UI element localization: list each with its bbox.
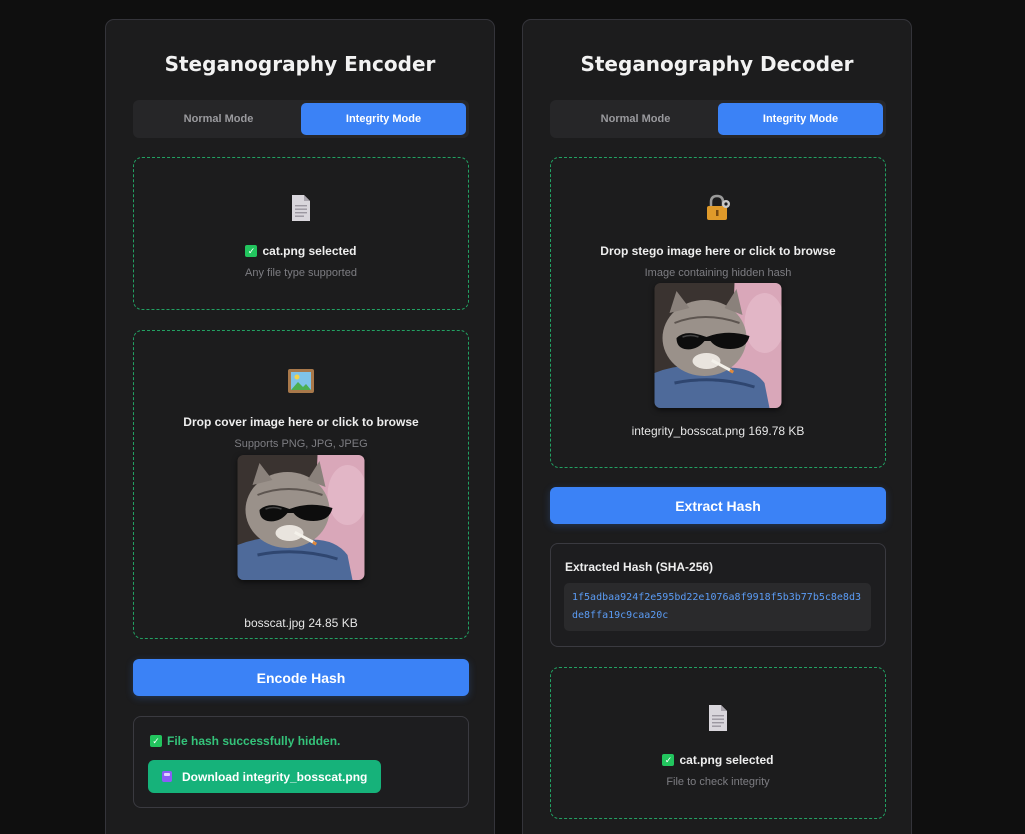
cover-image-title: Drop cover image here or click to browse <box>183 415 419 429</box>
extracted-hash-value[interactable]: 1f5adbaa924f2e595bd22e1076a8f9918f5b3b77… <box>564 583 871 631</box>
stego-image-dropzone[interactable]: Drop stego image here or click to browse… <box>550 157 886 468</box>
encode-hash-button[interactable]: Encode Hash <box>133 659 469 696</box>
check-icon: ✓ <box>150 735 162 747</box>
decoder-panel: Steganography Decoder Normal Mode Integr… <box>522 19 912 834</box>
check-icon: ✓ <box>662 754 675 766</box>
cover-image-hint: Supports PNG, JPG, JPEG <box>234 438 368 450</box>
extracted-hash-label: Extracted Hash (SHA-256) <box>565 560 714 574</box>
decoder-normal-mode-button[interactable]: Normal Mode <box>553 103 718 135</box>
cover-image-dropzone[interactable]: Drop cover image here or click to browse… <box>133 330 469 639</box>
decoder-title: Steganography Decoder <box>580 52 854 76</box>
cover-image-file-info: bosscat.jpg 24.85 KB <box>134 616 468 630</box>
download-stego-button[interactable]: Download integrity_bosscat.png <box>148 760 382 793</box>
encode-result-box: ✓ File hash successfully hidden. Downloa… <box>133 716 469 808</box>
document-icon <box>292 195 310 221</box>
secret-file-status-text: cat.png selected <box>262 244 357 258</box>
check-file-status: ✓ cat.png selected <box>551 753 885 767</box>
extracted-hash-box: Extracted Hash (SHA-256) 1f5adbaa924f2e5… <box>550 543 886 647</box>
encoder-mode-toggle: Normal Mode Integrity Mode <box>133 100 469 138</box>
decoder-integrity-mode-button[interactable]: Integrity Mode <box>718 103 883 135</box>
check-icon: ✓ <box>245 245 258 257</box>
save-icon <box>162 771 172 782</box>
cover-image-preview <box>237 455 365 580</box>
check-file-status-text: cat.png selected <box>679 753 774 767</box>
stego-image-preview <box>654 283 782 408</box>
stego-image-file-name: integrity_bosscat.png <box>631 424 745 438</box>
cover-image-file-size: 24.85 KB <box>308 616 358 630</box>
encoder-integrity-mode-button[interactable]: Integrity Mode <box>301 103 466 135</box>
secret-file-dropzone[interactable]: ✓ cat.png selected Any file type support… <box>133 157 469 310</box>
lock-key-icon <box>707 194 730 220</box>
secret-file-status: ✓ cat.png selected <box>134 244 468 258</box>
encode-success-text: File hash successfully hidden. <box>167 734 341 748</box>
stego-image-file-info: integrity_bosscat.png 169.78 KB <box>551 424 885 438</box>
picture-icon <box>288 369 314 393</box>
stego-image-title: Drop stego image here or click to browse <box>600 244 836 258</box>
extract-hash-button[interactable]: Extract Hash <box>550 487 886 524</box>
stego-image-hint: Image containing hidden hash <box>644 267 792 279</box>
decoder-mode-toggle: Normal Mode Integrity Mode <box>550 100 886 138</box>
document-icon <box>709 705 727 731</box>
cover-image-file-name: bosscat.jpg <box>244 616 305 630</box>
check-file-hint: File to check integrity <box>666 776 770 788</box>
encoder-title: Steganography Encoder <box>164 52 436 76</box>
encoder-panel: Steganography Encoder Normal Mode Integr… <box>105 19 495 834</box>
stego-image-file-size: 169.78 KB <box>748 424 805 438</box>
secret-file-hint: Any file type supported <box>245 267 357 279</box>
check-file-dropzone[interactable]: ✓ cat.png selected File to check integri… <box>550 667 886 819</box>
download-stego-label: Download integrity_bosscat.png <box>182 769 368 784</box>
encoder-normal-mode-button[interactable]: Normal Mode <box>136 103 301 135</box>
encode-success-message: ✓ File hash successfully hidden. <box>150 734 340 748</box>
